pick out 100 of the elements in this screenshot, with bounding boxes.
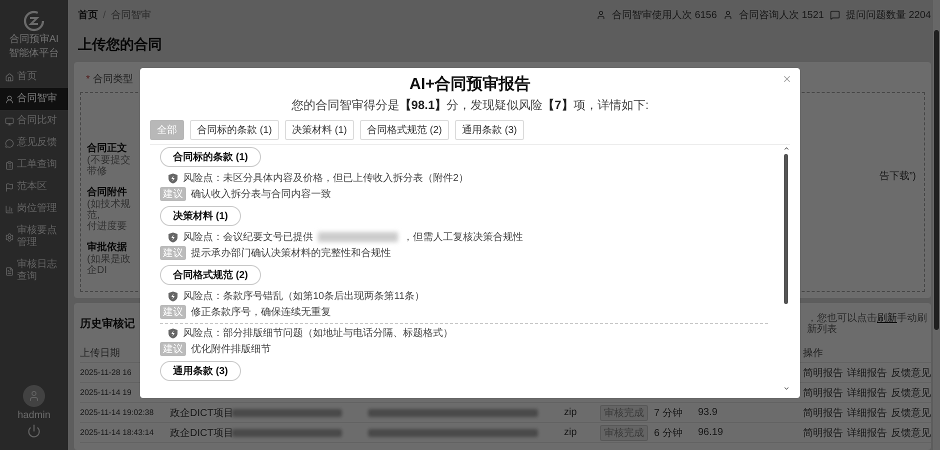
sidebar-item[interactable]: 审核日志查询	[0, 254, 68, 288]
monitor-icon	[5, 116, 14, 126]
filter-tab[interactable]: 全部	[150, 120, 184, 140]
stat-text: 合同智审使用人次 6156	[612, 8, 717, 22]
scrollbar[interactable]	[933, 0, 940, 450]
breadcrumb-link[interactable]: 首页	[78, 8, 98, 22]
scroll-down-icon[interactable]	[782, 385, 790, 392]
action-link[interactable]: 简明报告	[803, 406, 843, 420]
bar-chart-icon	[5, 204, 14, 214]
user-icon	[596, 10, 606, 20]
user-name: hadmin	[18, 410, 50, 421]
table-cell-text: 政企DICT项目	[170, 406, 232, 420]
category-heading: 决策材料 (1)	[160, 206, 241, 226]
sidebar-item[interactable]: 审核要点管理	[0, 220, 68, 254]
brand-name: 智能体平台	[9, 48, 59, 60]
dialog-title: AI+合同预审报告	[409, 74, 531, 95]
table-cell-text: 6 分钟	[654, 426, 684, 440]
action-link[interactable]: 详细报告	[847, 386, 887, 400]
sidebar-item[interactable]: 意见反馈	[0, 132, 68, 154]
gear-icon	[5, 232, 14, 242]
table-cell-text: 96.19	[698, 427, 724, 438]
chat-icon	[5, 138, 14, 148]
table-cell-text: zip	[564, 427, 578, 438]
advice-text: 优化附件排版细节	[191, 342, 271, 356]
user-icon	[722, 10, 733, 20]
table-cell-text: 政企DICT项目	[170, 426, 232, 440]
sidebar-item[interactable]: 首页	[0, 66, 68, 88]
filter-tab[interactable]: 合同格式规范 (2)	[360, 120, 449, 140]
action-link[interactable]: 反馈意见	[891, 406, 931, 420]
avatar[interactable]	[23, 385, 45, 407]
shield-icon	[168, 290, 178, 302]
flag-icon	[5, 182, 14, 192]
note-text: 告下载”)	[879, 170, 917, 184]
shield-icon	[168, 172, 178, 184]
breadcrumb-separator: /	[103, 10, 106, 20]
refresh-link[interactable]: 刷新	[877, 313, 897, 324]
user-icon	[5, 94, 14, 104]
action-link[interactable]: 反馈意见	[891, 366, 931, 380]
action-link[interactable]: 详细报告	[847, 366, 887, 380]
advice-tag: 建议	[160, 187, 186, 201]
stat-text: 提问问题数量 2204	[846, 9, 931, 22]
refresh-note: ，您也可以点击刷新手动刷新列表	[807, 313, 928, 335]
filter-tab[interactable]: 决策材料 (1)	[285, 120, 354, 140]
brand-name: 合同预审AI	[9, 34, 59, 46]
sidebar-item[interactable]: 范本区	[0, 176, 68, 198]
shield-icon	[168, 232, 178, 242]
document-icon	[5, 266, 14, 276]
category-heading: 合同标的条款 (1)	[160, 147, 261, 167]
advice-text: 确认收入拆分表与合同内容一致	[191, 188, 331, 201]
action-link[interactable]: 反馈意见	[891, 426, 931, 440]
section-title: 审批依据	[87, 240, 128, 254]
filter-tab[interactable]: 通用条款 (3)	[455, 120, 524, 140]
field-label: 合同类型	[92, 72, 133, 86]
home-icon	[5, 72, 14, 82]
table-cell-text: 7 分钟	[654, 406, 684, 420]
page-title: 上传您的合同	[77, 35, 163, 54]
action-link[interactable]: 简明报告	[803, 426, 843, 440]
stat-text: 合同咨询人次 1521	[738, 9, 824, 22]
risk-text: 风险点：部分排版细节问题（如地址与电话分隔、标题格式）	[183, 326, 453, 340]
scrollbar[interactable]	[782, 145, 790, 392]
sidebar-item[interactable]: 合同智审	[0, 88, 68, 110]
risk-text: 风险点：未区分具体内容及价格，但已上传收入拆分表（附件2）	[183, 172, 469, 185]
sidebar-item[interactable]: 工单查询	[0, 154, 68, 176]
action-link[interactable]: 简明报告	[803, 366, 843, 380]
sidebar-item[interactable]: 合同比对	[0, 110, 68, 132]
action-link[interactable]: 详细报告	[847, 406, 887, 420]
hint-text: (不要提交带修	[87, 155, 132, 177]
column-header: 上传日期	[80, 346, 120, 360]
action-link[interactable]: 详细报告	[847, 426, 887, 440]
scroll-up-icon[interactable]	[782, 145, 790, 152]
category-heading: 合同格式规范 (2)	[160, 265, 261, 285]
advice-text: 提示承办部门确认决策材料的完整性和合规性	[191, 246, 391, 260]
required-mark: *	[86, 74, 90, 84]
filter-tab[interactable]: 合同标的条款 (1)	[190, 120, 279, 140]
hint-text: (如技术规范, 付进度要	[87, 199, 132, 232]
action-link[interactable]: 简明报告	[803, 386, 843, 400]
advice-tag: 建议	[160, 305, 186, 319]
close-icon[interactable]	[782, 74, 792, 84]
risk-text: 风险点：会议纪要文号已提供	[183, 230, 313, 244]
power-icon[interactable]	[27, 424, 41, 438]
advice-tag: 建议	[160, 246, 186, 260]
action-link[interactable]: 反馈意见	[891, 386, 931, 400]
risk-text: 风险点：条款序号错乱（如第10条后出现两条第11条）	[183, 290, 425, 303]
hint-text: (如果是政企DI	[87, 254, 132, 276]
table-cell-text: 93.9	[698, 407, 718, 418]
section-title: 历史审核记	[80, 316, 135, 331]
table-cell-text: 2025-11-28 16	[80, 368, 132, 377]
table-cell-text: 2025-11-14 19	[80, 388, 132, 397]
table-cell-text: 2025-11-14 18:43:14	[80, 428, 155, 437]
sidebar-item[interactable]: 岗位管理	[0, 198, 68, 220]
score-summary: 您的合同智审得分是【98.1】分，发现疑似风险【7】项，详情如下:	[291, 97, 649, 114]
shield-icon	[168, 328, 178, 338]
section-title: 合同正文	[87, 142, 128, 154]
section-title: 合同附件	[87, 186, 128, 198]
advice-text: 修正条款序号，确保连续无重复	[191, 306, 331, 319]
category-heading: 通用条款 (3)	[160, 361, 241, 381]
logo-icon	[23, 10, 45, 32]
clipboard-icon	[5, 160, 14, 170]
risk-text: ，但需人工复核决策合规性	[403, 230, 523, 244]
advice-tag: 建议	[160, 342, 186, 356]
